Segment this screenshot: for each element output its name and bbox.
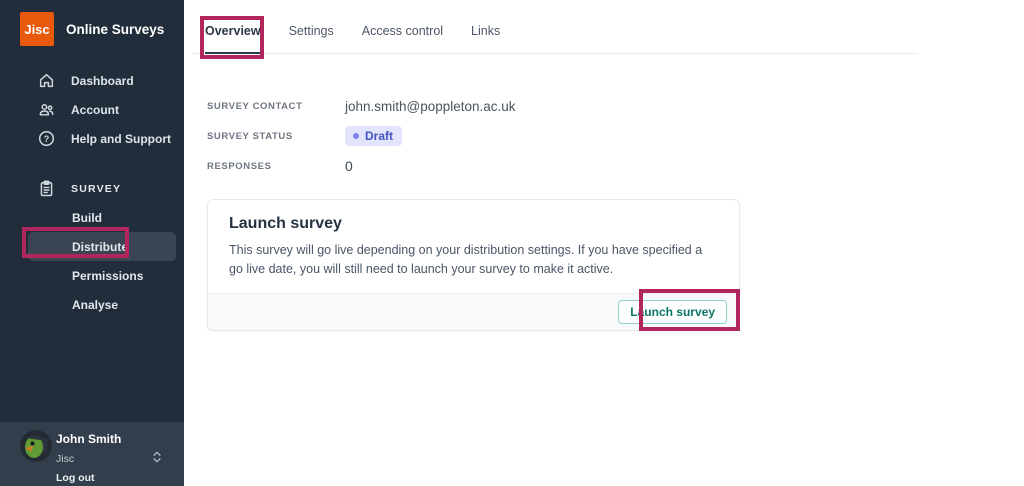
sidebar-item-label: Permissions <box>72 268 144 283</box>
field-survey-contact: SURVEY CONTACT john.smith@poppleton.ac.u… <box>207 91 1024 121</box>
sidebar-item-label: Distribute <box>72 239 129 254</box>
user-panel: John Smith Jisc Log out <box>0 422 184 486</box>
survey-summary: SURVEY CONTACT john.smith@poppleton.ac.u… <box>184 54 1024 181</box>
chevron-updown-icon <box>152 450 162 468</box>
card-title: Launch survey <box>229 215 342 232</box>
tab-settings[interactable]: Settings <box>289 24 334 53</box>
user-name: John Smith <box>56 432 122 446</box>
svg-text:?: ? <box>43 134 49 144</box>
sidebar-item-account[interactable]: Account <box>0 95 184 124</box>
launch-survey-button[interactable]: Launch survey <box>618 299 727 324</box>
sidebar-item-help[interactable]: ? Help and Support <box>0 124 184 153</box>
tab-overview[interactable]: Overview <box>205 24 261 54</box>
clipboard-icon <box>37 180 55 198</box>
field-label: SURVEY STATUS <box>207 130 293 142</box>
org-selector[interactable]: Jisc <box>56 450 180 468</box>
online-surveys-page: Jisc Online Surveys Dashboard Account ? … <box>0 0 1024 486</box>
launch-survey-card: Launch survey This survey will go live d… <box>207 199 740 331</box>
sidebar-item-label: Build <box>72 210 102 225</box>
sidebar-nav: Dashboard Account ? Help and Support <box>0 66 184 153</box>
org-name: Jisc <box>56 453 75 465</box>
tab-bar: Overview Settings Access control Links <box>192 0 918 54</box>
app-title: Online Surveys <box>66 21 165 37</box>
user-info: John Smith Jisc Log out <box>56 430 180 486</box>
card-footer: Launch survey <box>208 292 739 330</box>
field-label: SURVEY CONTACT <box>207 100 303 112</box>
survey-contact-value: john.smith@poppleton.ac.uk <box>345 98 516 114</box>
home-icon <box>37 72 55 90</box>
sidebar-item-analyse[interactable]: Analyse <box>28 290 176 319</box>
sidebar-item-label: Account <box>71 102 119 117</box>
responses-count: 0 <box>345 158 353 174</box>
sidebar-item-dashboard[interactable]: Dashboard <box>0 66 184 95</box>
sidebar-item-distribute[interactable]: Distribute <box>28 232 176 261</box>
app-header: Jisc Online Surveys <box>0 0 184 46</box>
sidebar-section-survey: SURVEY <box>0 174 184 203</box>
sidebar-section-label: SURVEY <box>71 182 122 195</box>
status-badge-label: Draft <box>365 129 394 143</box>
status-dot-icon <box>353 133 359 139</box>
tab-access-control[interactable]: Access control <box>362 24 443 53</box>
field-responses: RESPONSES 0 <box>207 151 1024 181</box>
avatar[interactable] <box>20 430 52 462</box>
jisc-logo[interactable]: Jisc <box>20 12 54 46</box>
logout-link[interactable]: Log out <box>56 472 180 484</box>
status-badge: Draft <box>345 126 403 146</box>
sidebar-item-label: Dashboard <box>71 73 134 88</box>
sidebar: Jisc Online Surveys Dashboard Account ? … <box>0 0 184 486</box>
field-survey-status: SURVEY STATUS Draft <box>207 121 1024 151</box>
main-content: Overview Settings Access control Links S… <box>184 0 1024 486</box>
sidebar-item-label: Analyse <box>72 297 119 312</box>
card-description: This survey will go live depending on yo… <box>229 243 703 276</box>
tab-links[interactable]: Links <box>471 24 500 53</box>
field-label: RESPONSES <box>207 160 272 172</box>
users-icon <box>37 101 55 119</box>
sidebar-item-build[interactable]: Build <box>28 203 176 232</box>
sidebar-item-permissions[interactable]: Permissions <box>28 261 176 290</box>
sidebar-item-label: Help and Support <box>71 131 171 146</box>
help-icon: ? <box>37 130 55 148</box>
